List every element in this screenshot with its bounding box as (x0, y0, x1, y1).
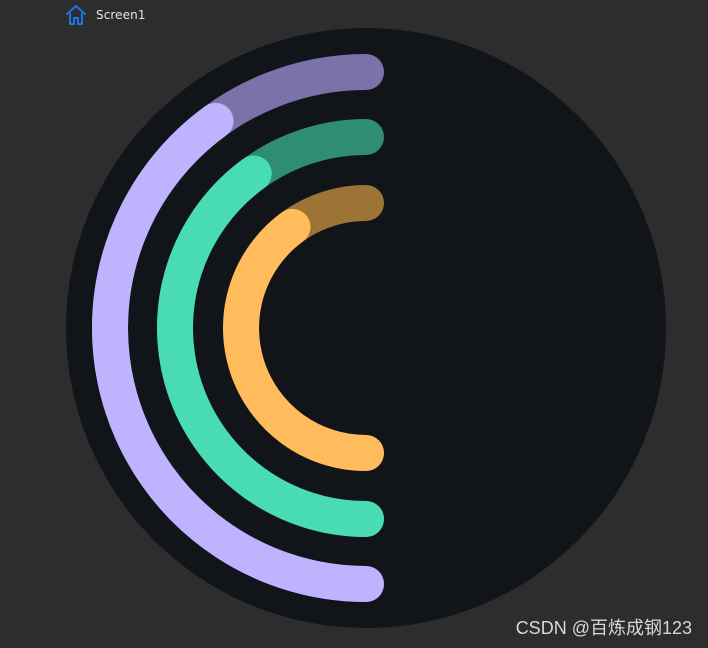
home-icon[interactable] (64, 4, 88, 26)
watermark: CSDN @百炼成钢123 (515, 618, 692, 638)
top-bar: Screen1 (0, 0, 708, 30)
radial-progress-svg (66, 28, 666, 628)
screen-label: Screen1 (96, 8, 146, 22)
radial-progress-widget (66, 28, 666, 628)
app-screen: Screen1 CSDN @百炼成钢123 (0, 0, 708, 648)
